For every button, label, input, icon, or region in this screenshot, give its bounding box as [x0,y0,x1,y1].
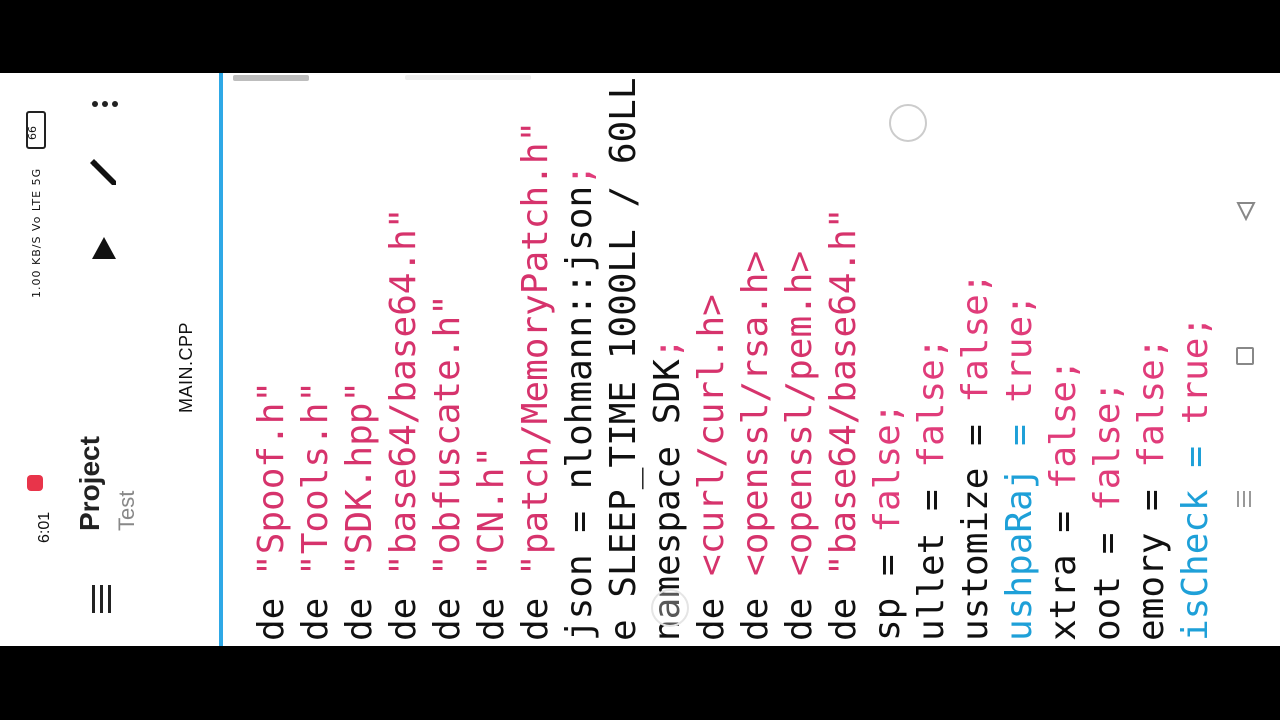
code-token: de [295,575,336,641]
code-token: de [779,575,820,641]
edit-button[interactable] [88,157,120,189]
code-line: de "base64/base64.h" [383,207,424,642]
code-token: de [735,575,776,641]
code-token: <openssl/pem.h> [779,250,820,576]
code-line: de <openssl/rsa.h> [735,250,776,641]
tab-main-cpp[interactable]: MAIN.CPP [176,322,197,413]
code-token: de [515,575,556,641]
code-line: e SLEEP_TIME 1000LL / 60LL [603,77,644,641]
touch-indicator [651,589,689,627]
run-button[interactable] [90,235,118,263]
code-token: false; [1043,359,1084,490]
code-line: de <curl/curl.h> [691,294,732,641]
code-line: json = nlohmann::json; [559,164,600,641]
code-token: true; [999,294,1040,403]
code-token: de [427,575,468,641]
more-options-button[interactable] [90,97,120,111]
code-editor[interactable]: de "Spoof.h" de "Tools.h" de "SDK.hpp" de "… [222,73,1222,646]
code-token: de [251,575,292,641]
code-token: "base64/base64.h" [383,207,424,576]
floating-touch-button[interactable] [889,104,927,142]
code-line: ustomize = false; [955,272,996,641]
code-token: false; [1131,337,1172,468]
code-line: de <openssl/pem.h> [779,250,820,641]
code-line: sp = false; [867,402,908,641]
code-token: <curl/curl.h> [691,294,732,576]
code-token: ustomize = [955,402,996,641]
code-token: true; [1175,315,1216,425]
code-token: "SDK.hpp" [339,380,380,576]
code-token: oot = [1087,510,1128,641]
status-time: 6:01 [36,511,53,543]
editor-toolbar: Project Test MAIN.CPP [60,73,220,646]
back-triangle-icon [1236,202,1256,222]
code-line: de "patch/MemoryPatch.h" [515,120,556,641]
hamburger-menu-button[interactable] [90,583,114,617]
code-token: emory = [1131,467,1172,641]
code-token: "patch/MemoryPatch.h" [515,120,556,576]
code-token: false; [911,337,952,468]
code-line: de "obfuscate.h" [427,294,468,641]
battery-level: 66 [26,126,39,140]
home-button[interactable] [1236,347,1254,365]
code-token: "Spoof.h" [251,380,292,576]
code-token: ; [559,164,600,186]
back-button[interactable] [1236,201,1256,225]
code-token: false; [867,402,908,533]
code-line: xtra = false; [1043,359,1084,641]
project-title: Project [74,436,105,531]
code-token: "obfuscate.h" [427,294,468,576]
code-token: "base64/base64.h" [823,207,864,576]
code-token: de [471,575,512,641]
recents-button[interactable] [1236,491,1252,507]
code-token: ullet = [911,467,952,641]
code-token: isCheck = [1175,424,1216,641]
code-token: <openssl/rsa.h> [735,250,776,576]
code-token: de [339,575,380,641]
code-line: de "SDK.hpp" [339,380,380,641]
code-token: e SLEEP_TIME 1000LL / 60LL [603,77,644,641]
code-line: isCheck = true; [1175,315,1216,641]
code-line: de "Spoof.h" [251,380,292,641]
code-line: de "base64/base64.h" [823,207,864,642]
code-token: ushpaRaj = [999,402,1040,641]
phone-screen: 6:01 1.00 KB/S Vo LTE 5G 66 Project Test… [0,73,1280,646]
code-line: de "CN.h" [471,445,512,641]
code-token: ; [647,337,688,360]
code-line: ullet = false; [911,337,952,641]
code-token: de [823,575,864,641]
code-token: false; [1087,380,1128,511]
code-token: sp = [867,532,908,641]
project-subtitle: Test [114,490,139,531]
code-line: oot = false; [1087,380,1128,641]
code-token: xtra = [1043,489,1084,641]
code-token: de [691,575,732,641]
code-token: "Tools.h" [295,380,336,576]
notification-icon [27,475,43,491]
code-token: false; [955,272,996,403]
network-status: 1.00 KB/S Vo LTE 5G [30,167,43,298]
status-bar: 6:01 1.00 KB/S Vo LTE 5G 66 [14,73,58,646]
code-token: json = nlohmann::json [559,185,600,641]
code-token: de [383,575,424,641]
code-line: de "Tools.h" [295,380,336,641]
navigation-bar [1222,73,1280,646]
code-line: ushpaRaj = true; [999,294,1040,641]
code-token: "CN.h" [471,445,512,576]
code-line: emory = false; [1131,337,1172,641]
play-icon [92,237,116,259]
pencil-icon [90,159,116,185]
